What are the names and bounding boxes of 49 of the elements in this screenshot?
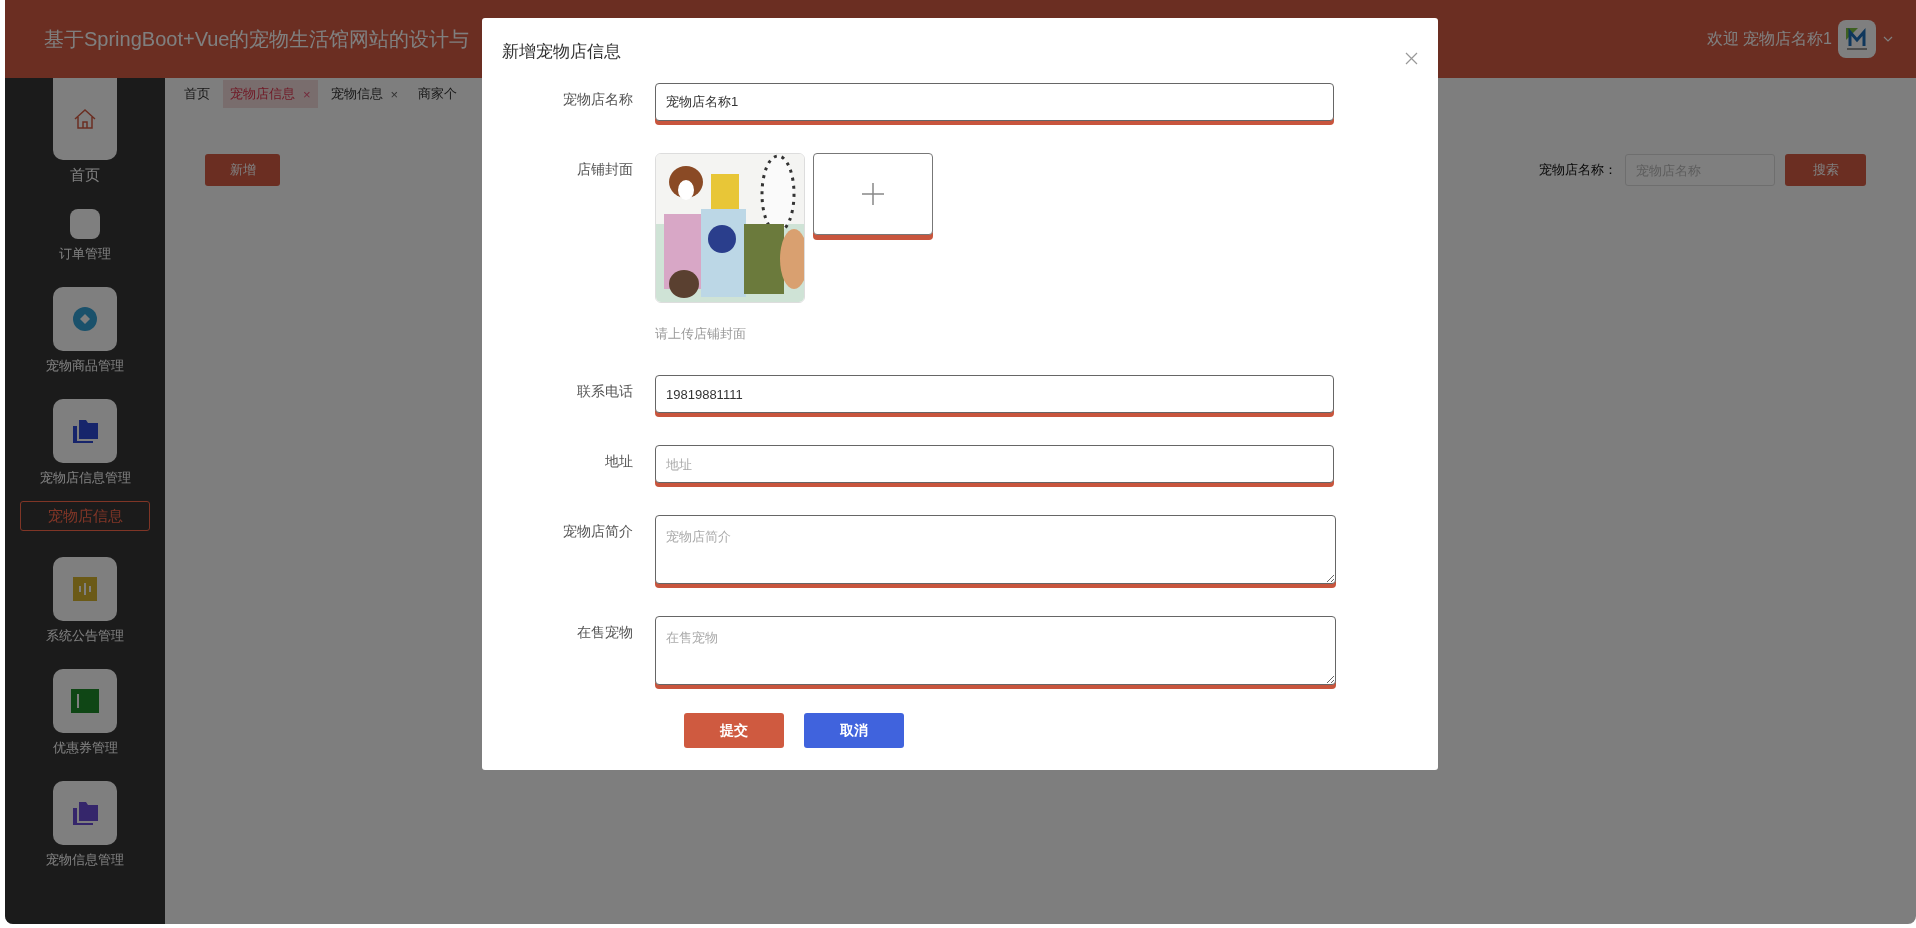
- menu-icon-tile[interactable]: [53, 781, 117, 845]
- notice-icon: [72, 576, 98, 602]
- dialog-title: 新增宠物店信息: [502, 41, 621, 63]
- avatar[interactable]: [1838, 20, 1876, 58]
- folders-icon: [71, 800, 99, 826]
- folders-icon: [71, 418, 99, 444]
- tab[interactable]: 首页: [177, 80, 217, 108]
- plus-icon: [861, 182, 885, 206]
- input-field[interactable]: 19819881111: [655, 375, 1334, 413]
- menu-icon-tile[interactable]: [53, 287, 117, 351]
- cancel-button[interactable]: 取消: [804, 713, 904, 748]
- field-label: 宠物店简介: [562, 522, 633, 541]
- sidebar-item[interactable]: 首页: [70, 166, 100, 185]
- search-label: 宠物店名称：: [1539, 161, 1617, 179]
- field-label: 联系电话: [576, 382, 633, 401]
- sidebar-item[interactable]: 优惠券管理: [52, 739, 118, 757]
- sidebar-item[interactable]: 系统公告管理: [46, 627, 124, 645]
- logo-icon: [1844, 26, 1870, 52]
- sidebar-item[interactable]: 宠物信息管理: [46, 851, 124, 869]
- site-title: 基于SpringBoot+Vue的宠物生活馆网站的设计与: [44, 26, 470, 52]
- field-label: 宠物店名称: [562, 90, 633, 109]
- menu-icon-tile[interactable]: [53, 557, 117, 621]
- menu-icon-tile[interactable]: [53, 399, 117, 463]
- menu-icon-tile[interactable]: [53, 669, 117, 733]
- upload-hint: 请上传店铺封面: [655, 325, 747, 343]
- tab[interactable]: 宠物信息 ×: [323, 80, 406, 108]
- submit-button[interactable]: 提交: [684, 713, 784, 748]
- text-area[interactable]: 宠物店简介: [655, 515, 1336, 584]
- text-area[interactable]: 在售宠物: [655, 616, 1336, 685]
- input-field[interactable]: 宠物店名称1: [655, 83, 1334, 121]
- tab[interactable]: 商家个: [411, 80, 465, 108]
- menu-icon-tile[interactable]: [70, 209, 100, 239]
- close-icon[interactable]: ×: [390, 86, 399, 102]
- sidebar-item[interactable]: 宠物店信息管理: [39, 469, 131, 487]
- field-label: 在售宠物: [576, 623, 633, 642]
- tab[interactable]: 宠物店信息 ×: [223, 80, 318, 108]
- coupon-icon: [70, 688, 100, 714]
- sidebar-item[interactable]: 宠物商品管理: [46, 357, 124, 375]
- input-field[interactable]: 地址: [655, 445, 1334, 483]
- welcome-text: 欢迎 宠物店名称1: [1706, 28, 1832, 49]
- menu-icon-tile[interactable]: [53, 78, 117, 160]
- search-button[interactable]: 搜索: [1785, 154, 1866, 186]
- house-icon: [73, 107, 97, 131]
- field-label: 地址: [604, 452, 633, 471]
- field-label: 店铺封面: [576, 160, 633, 179]
- close-icon[interactable]: [1405, 52, 1418, 65]
- add-button[interactable]: 新增: [205, 154, 280, 186]
- diamond-coin-icon: [72, 306, 98, 332]
- sidebar-item[interactable]: 订单管理: [59, 245, 111, 263]
